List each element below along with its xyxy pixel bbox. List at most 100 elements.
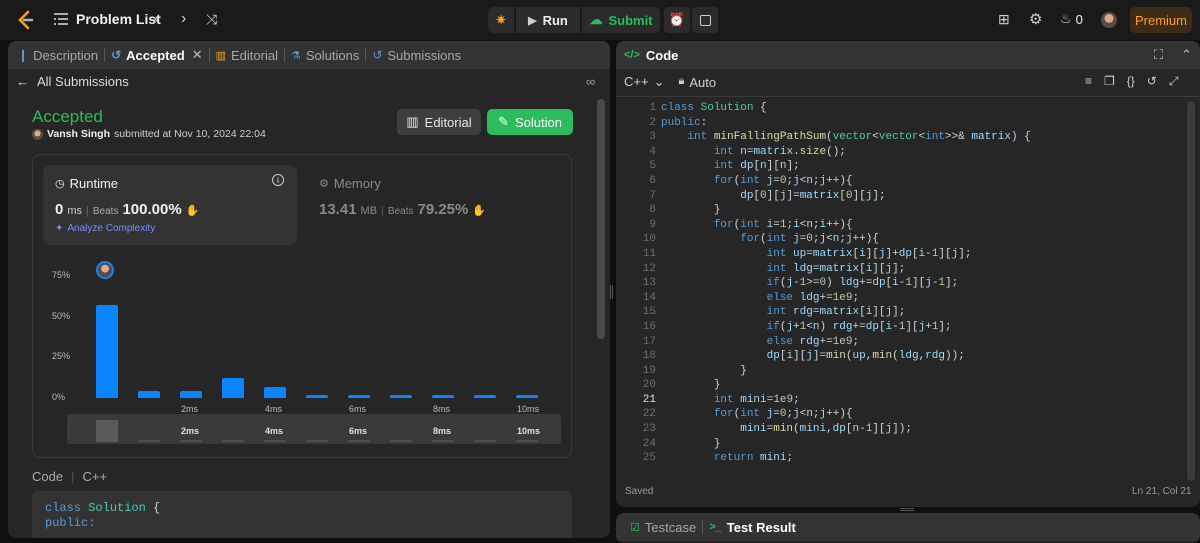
code-line[interactable]: } — [661, 437, 1181, 452]
auto-mode[interactable]: 🔒︎ Auto — [678, 75, 716, 90]
code-line[interactable]: dp[0][j]=matrix[0][j]; — [661, 189, 1181, 204]
username[interactable]: Vansh Singh — [47, 128, 110, 140]
code-line[interactable]: for(int j=0;j<n;j++){ — [661, 407, 1181, 422]
code-token: ] — [872, 306, 879, 319]
format-icon[interactable]: ≡ — [1085, 74, 1092, 89]
code-line[interactable]: else rdg+=1e9; — [661, 335, 1181, 350]
code-token: ) — [944, 350, 952, 363]
share-link-icon[interactable]: ∞ — [586, 74, 595, 89]
editor-scrollbar[interactable] — [1187, 101, 1195, 481]
chart-bar[interactable] — [180, 391, 202, 398]
chart-bar[interactable] — [432, 394, 454, 398]
tab-code[interactable]: </> Code — [624, 48, 678, 63]
streak-counter[interactable]: ♨ 0 — [1060, 11, 1083, 27]
code-line[interactable]: else ldg+=1e9; — [661, 291, 1181, 306]
code-line[interactable]: public: — [661, 116, 1181, 131]
braces-icon[interactable]: {} — [1127, 74, 1135, 89]
code-line[interactable]: int up=matrix[i][j]+dp[i-1][j]; — [661, 247, 1181, 262]
code-line[interactable]: dp[i][j]=min(up,min(ldg,rdg)); — [661, 349, 1181, 364]
vertical-resize-handle[interactable] — [900, 508, 914, 511]
info-icon[interactable]: i — [272, 174, 284, 186]
chart-bar[interactable] — [96, 305, 118, 398]
all-submissions-link[interactable]: ← All Submissions — [16, 74, 129, 89]
chart-bar[interactable] — [264, 386, 286, 398]
maximize-icon[interactable]: ⛶ — [1154, 47, 1163, 63]
chart-bar[interactable] — [306, 394, 328, 398]
code-token: ] — [872, 262, 879, 275]
solution-button[interactable]: ✎ Solution — [487, 109, 573, 135]
analyze-label: Analyze Complexity — [67, 223, 156, 234]
chevron-up-icon[interactable]: ⌃ — [1181, 47, 1192, 63]
tab-accepted[interactable]: ↺ Accepted ✕ — [105, 41, 209, 69]
code-token: ; — [839, 233, 846, 246]
code-line[interactable]: if(j+1<n) rdg+=dp[i-1][j+1]; — [661, 320, 1181, 335]
code-line[interactable]: for(int j=0;j<n;j++){ — [661, 174, 1181, 189]
close-icon[interactable]: ✕ — [192, 47, 203, 63]
code-token: ; — [898, 306, 906, 319]
code-line[interactable]: } — [661, 203, 1181, 218]
reset-icon[interactable]: ↺ — [1147, 74, 1157, 89]
code-line[interactable]: int dp[n][n]; — [661, 159, 1181, 174]
chart-bar[interactable] — [348, 394, 370, 398]
code-token: dp — [865, 320, 879, 333]
code-token: rdg — [925, 350, 945, 363]
editorial-button[interactable]: ▥ Editorial — [397, 109, 481, 135]
line-number: 5 — [649, 160, 656, 173]
bug-icon: ✷ — [495, 13, 507, 27]
panel-resize-handle[interactable] — [610, 285, 613, 299]
code-line[interactable]: class Solution { — [661, 101, 1181, 116]
analyze-complexity-link[interactable]: ✦ Analyze Complexity — [55, 223, 155, 234]
runtime-card[interactable]: ◷ Runtime i 0 ms | Beats 100.00% ✋ ✦ Ana… — [43, 165, 297, 245]
premium-button[interactable]: Premium — [1130, 7, 1192, 33]
tab-testcase[interactable]: ☑ Testcase — [624, 513, 702, 541]
chart-bar[interactable] — [474, 394, 496, 398]
code-token: ( — [826, 131, 833, 144]
code-line[interactable]: int n=matrix.size(); — [661, 145, 1181, 160]
code-line[interactable]: } — [661, 364, 1181, 379]
settings-gear-icon[interactable]: ⚙ — [1029, 10, 1042, 28]
code-line[interactable]: for(int i=1;i<n;i++){ — [661, 218, 1181, 233]
submit-button[interactable]: ☁ Submit — [582, 7, 660, 33]
code-line[interactable]: return mini; — [661, 451, 1181, 466]
tab-test-result[interactable]: >_ Test Result — [703, 513, 802, 541]
x-tick-label: 4ms — [265, 404, 283, 414]
y-tick-label: 75% — [52, 270, 71, 280]
code-line[interactable]: int rdg=matrix[i][j]; — [661, 305, 1181, 320]
problem-list-button[interactable]: Problem List — [54, 11, 161, 27]
chart-bar[interactable] — [138, 391, 160, 398]
prev-problem-icon[interactable]: ‹ — [154, 11, 159, 27]
code-line[interactable]: for(int j=0;j<n;j++){ — [661, 232, 1181, 247]
code-editor[interactable]: class Solution {public: int minFallingPa… — [661, 101, 1181, 466]
memory-header[interactable]: ⚙ Memory — [319, 176, 381, 191]
code-line[interactable]: mini=min(mini,dp[n-1][j]); — [661, 422, 1181, 437]
code-line[interactable]: int minFallingPathSum(vector<vector<int>… — [661, 130, 1181, 145]
leetcode-logo[interactable] — [16, 10, 36, 30]
code-preview-line: public: — [45, 516, 96, 530]
shuffle-icon[interactable]: ⤨ — [206, 11, 217, 27]
vertical-scrollbar[interactable] — [597, 99, 605, 339]
debug-button[interactable]: ✷ — [488, 7, 514, 33]
run-button[interactable]: ▶ Run — [516, 7, 580, 33]
tab-submissions[interactable]: ↺ Submissions — [366, 41, 467, 69]
fullscreen-icon[interactable]: ⤢ — [1169, 74, 1179, 89]
code-line[interactable]: if(j-1>=0) ldg+=dp[i-1][j-1]; — [661, 276, 1181, 291]
code-line[interactable]: } — [661, 378, 1181, 393]
chart-bar[interactable] — [390, 394, 412, 398]
timer-button[interactable]: ⏰ — [664, 7, 690, 33]
layout-grid-icon[interactable]: ⊞ — [998, 11, 1010, 28]
tab-editorial[interactable]: ▥ Editorial — [210, 41, 284, 69]
language-select[interactable]: C++ ⌄ — [624, 74, 664, 90]
user-avatar[interactable] — [1101, 12, 1117, 28]
code-line[interactable]: int ldg=matrix[i][j]; — [661, 262, 1181, 277]
chart-bar[interactable] — [222, 378, 244, 398]
chart-avatar[interactable] — [96, 261, 114, 279]
code-line[interactable]: int mini=1e9; — [661, 393, 1181, 408]
bookmark-icon[interactable]: ❐ — [1104, 74, 1115, 89]
notes-button[interactable] — [692, 7, 718, 33]
next-problem-icon[interactable]: › — [181, 11, 186, 27]
tab-solutions[interactable]: ⚗ Solutions — [285, 41, 365, 69]
chart-bar[interactable] — [516, 394, 538, 398]
tab-description[interactable]: ❙ Description — [8, 41, 104, 69]
